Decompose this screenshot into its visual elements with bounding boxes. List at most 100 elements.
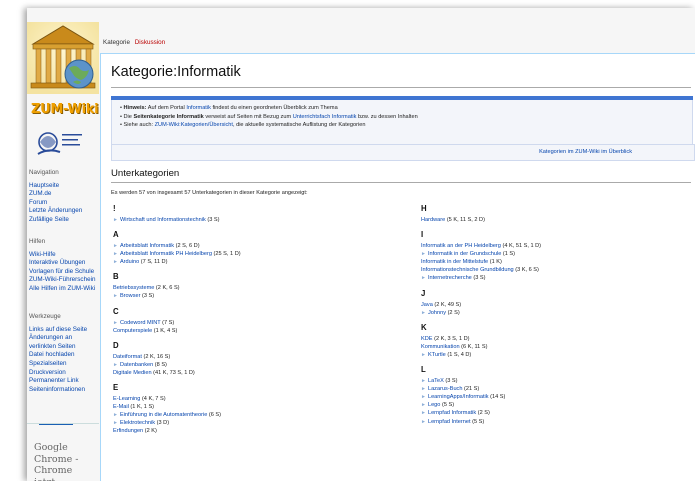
expand-triangle-icon[interactable]: ► xyxy=(421,394,426,400)
subcategory-link[interactable]: Arduino xyxy=(120,259,139,265)
subcategory-count: (2 K, 6 S) xyxy=(155,285,180,292)
subcategory-count: (2 K, 49 S) xyxy=(434,301,462,308)
sidebar-item-all-help[interactable]: Alle Hilfen im ZUM-Wiki xyxy=(29,285,95,294)
subcategory-link[interactable]: Datenbanken xyxy=(120,362,153,368)
subcategory-link[interactable]: LearningApps/Informatik xyxy=(428,394,489,400)
subcategory-count: (3 D) xyxy=(156,420,170,427)
subcategory-link[interactable]: LaTeX xyxy=(428,378,444,384)
subcategory-item: ► Wirtschaft und Informationstechnik (3 S… xyxy=(113,216,403,224)
sidebar-item-wiki-help[interactable]: Wiki-Hilfe xyxy=(29,251,95,260)
subcategory-link[interactable]: E-Mail xyxy=(113,404,129,410)
subcategory-link[interactable]: Kommunikation xyxy=(421,344,460,350)
expand-triangle-icon[interactable]: ► xyxy=(113,293,118,299)
tab-category[interactable]: Kategorie xyxy=(103,39,130,46)
sidebar-item-zum[interactable]: ZUM.de xyxy=(29,190,82,199)
expand-triangle-icon[interactable]: ► xyxy=(113,420,118,426)
subcategory-count: (1 K, 4 S) xyxy=(153,327,178,334)
expand-triangle-icon[interactable]: ► xyxy=(421,378,426,384)
subcategory-link[interactable]: Elektrotechnik xyxy=(120,420,155,426)
expand-triangle-icon[interactable]: ► xyxy=(421,352,426,358)
hint-text: findest du einen geordneten Überblick zu… xyxy=(212,105,338,111)
subcategory-count: (2 S) xyxy=(477,410,490,417)
subcategory-link[interactable]: Erfindungen xyxy=(113,428,143,434)
subcategory-link[interactable]: Hardware xyxy=(421,217,445,223)
subcategory-link[interactable]: Lernpfad Internet xyxy=(428,419,471,425)
hint-text: bzw. zu dessen Inhalten xyxy=(357,113,418,120)
sidebar-item-upload[interactable]: Datei hochladen xyxy=(29,351,97,360)
logo-text[interactable]: ZUM-Wiki xyxy=(31,102,101,117)
page-title: Kategorie:Informatik xyxy=(111,64,241,80)
tab-discussion[interactable]: Diskussion xyxy=(135,39,165,46)
expand-triangle-icon[interactable]: ► xyxy=(113,243,118,249)
subcategory-link[interactable]: Informatik an der PH Heidelberg xyxy=(421,243,501,249)
expand-triangle-icon[interactable]: ► xyxy=(421,410,426,416)
subcategory-link[interactable]: E-Learning xyxy=(113,396,140,402)
subcategory-link[interactable]: Lernpfad Informatik xyxy=(428,410,476,416)
expand-triangle-icon[interactable]: ► xyxy=(421,310,426,316)
sidebar-item-special-pages[interactable]: Spezialseiten xyxy=(29,360,97,369)
subcategory-count: (7 S, 11 D) xyxy=(140,259,168,266)
subcategory-link[interactable]: Internetrecherche xyxy=(428,275,472,281)
ad-text[interactable]: Google Chrome - Chrome jetzt herunterlad… xyxy=(34,442,96,481)
subcategory-link[interactable]: Computerspiele xyxy=(113,328,152,334)
subcategory-link[interactable]: KDE xyxy=(421,336,433,342)
expand-triangle-icon[interactable]: ► xyxy=(421,386,426,392)
subcategory-link[interactable]: KTurtle xyxy=(428,352,446,358)
expand-triangle-icon[interactable]: ► xyxy=(421,275,426,281)
subcategory-link[interactable]: Arbeitsblatt Informatik xyxy=(120,243,174,249)
sidebar-item-print[interactable]: Druckversion xyxy=(29,369,97,378)
subcategory-link[interactable]: Arbeitsblatt Informatik PH Heidelberg xyxy=(120,251,212,257)
expand-triangle-icon[interactable]: ► xyxy=(113,362,118,368)
overview-link[interactable]: Kategorien im ZUM-Wiki im Überblick xyxy=(539,149,632,155)
subcategory-link[interactable]: Wirtschaft und Informationstechnik xyxy=(120,217,206,223)
education-logo-icon[interactable] xyxy=(36,126,86,160)
subcategory-link[interactable]: Browser xyxy=(120,293,141,299)
subcategory-count: (2 K, 16 S) xyxy=(143,353,171,360)
subject-informatik-link[interactable]: Unterrichtsfach Informatik xyxy=(293,114,357,120)
sidebar-item-random-page[interactable]: Zufällige Seite xyxy=(29,216,82,225)
subcategory-link[interactable]: Codeword MINT xyxy=(120,320,161,326)
sidebar-item-templates[interactable]: Vorlagen für die Schule xyxy=(29,268,95,277)
subcategory-link[interactable]: Java xyxy=(421,302,433,308)
sidebar-item-hauptseite[interactable]: Hauptseite xyxy=(29,182,82,191)
expand-triangle-icon[interactable]: ► xyxy=(421,419,426,425)
sidebar-item-permalink[interactable]: Permanenter Link xyxy=(29,377,97,386)
portal-informatik-link[interactable]: Informatik xyxy=(186,105,211,111)
sidebar-item-page-info[interactable]: Seiteninformationen xyxy=(29,386,97,395)
category-overview-link[interactable]: ZUM-Wiki:Kategorien/Übersicht xyxy=(155,122,233,128)
subcategory-link[interactable]: Dateiformat xyxy=(113,354,142,360)
subcategory-link[interactable]: Informatik in der Grundschule xyxy=(428,251,501,257)
expand-triangle-icon[interactable]: ► xyxy=(113,412,118,418)
subcategory-link[interactable]: Lego xyxy=(428,402,440,408)
subcategory-item: Computerspiele (1 K, 4 S) xyxy=(113,327,403,335)
subcategory-count: (5 S) xyxy=(441,402,455,409)
subcategory-link[interactable]: Einführung in die Automatentheorie xyxy=(120,412,207,418)
subcategory-link[interactable]: Digitale Medien xyxy=(113,370,152,376)
subcategory-column-right: H Hardware (5 K, 11 S, 2 D) I Informatik an… xyxy=(421,198,691,426)
sidebar-item-license[interactable]: ZUM-Wiki-Führerschein xyxy=(29,276,95,285)
letter-heading: D xyxy=(113,340,119,350)
expand-triangle-icon[interactable]: ► xyxy=(113,259,118,265)
expand-triangle-icon[interactable]: ► xyxy=(421,402,426,408)
letter-heading: ! xyxy=(113,204,116,213)
subcategory-link[interactable]: Informatik in der Mittelstufe xyxy=(421,259,488,265)
subcategory-link[interactable]: Informationstechnische Grundbildung xyxy=(421,267,514,273)
expand-triangle-icon[interactable]: ► xyxy=(421,251,426,257)
hint-box: Hinweis: Auf dem Portal Informatik finde… xyxy=(111,100,693,145)
sidebar-item-interactive-exercises[interactable]: Interaktive Übungen xyxy=(29,259,95,268)
expand-triangle-icon[interactable]: ► xyxy=(113,320,118,326)
subcategory-link[interactable]: Johnny xyxy=(428,310,446,316)
sidebar-item-related-changes[interactable]: Änderungen an verlinkten Seiten xyxy=(29,334,97,351)
subcategory-item: ► Informatik in der Grundschule (1 S) xyxy=(421,250,691,258)
subcategory-item: Informatik an der PH Heidelberg (4 K, 51… xyxy=(421,242,691,250)
expand-triangle-icon[interactable]: ► xyxy=(113,217,118,223)
subcategory-item: Hardware (5 K, 11 S, 2 D) xyxy=(421,216,691,224)
sidebar-item-recent-changes[interactable]: Letzte Änderungen xyxy=(29,207,82,216)
subcategory-count: (7 S) xyxy=(162,319,175,326)
subcategory-link[interactable]: Lazarus-Buch xyxy=(428,386,463,392)
zum-wiki-logo-icon[interactable] xyxy=(27,22,99,94)
expand-triangle-icon[interactable]: ► xyxy=(113,251,118,257)
subcategory-link[interactable]: Betriebssysteme xyxy=(113,285,154,291)
sidebar-item-links-here[interactable]: Links auf diese Seite xyxy=(29,326,97,335)
ad-panel[interactable]: Google Chrome - Chrome jetzt herunterlad… xyxy=(27,423,99,481)
